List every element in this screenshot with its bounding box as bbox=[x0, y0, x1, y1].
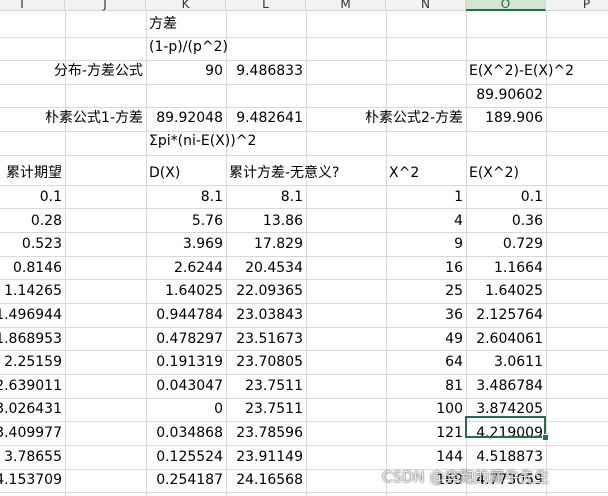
cell-o-ex2-value[interactable]: 89.90602 bbox=[466, 84, 546, 106]
cell-k-row[interactable]: 1.64025 bbox=[146, 280, 226, 302]
column-header-p[interactable]: P bbox=[546, 0, 608, 11]
cell-l-row[interactable]: 23.7511 bbox=[226, 398, 306, 420]
cell-o-ex2-formula[interactable]: E(X^2)-E(X)^2 bbox=[466, 60, 608, 82]
cell-m-naive2-label[interactable]: 朴素公式2-方差 bbox=[306, 107, 466, 129]
cell-k-row[interactable]: 0.191319 bbox=[146, 351, 226, 373]
cell-l-row[interactable]: 22.09365 bbox=[226, 280, 306, 302]
cell-o-row[interactable]: 0.1 bbox=[466, 186, 546, 208]
cell-n-row[interactable]: 144 bbox=[386, 446, 466, 468]
cell-k-row[interactable]: 0.034868 bbox=[146, 422, 226, 444]
spreadsheet-grid[interactable]: I J K L M N O P 方差 (1-p)/(p^2) 分布-方差公式 9… bbox=[0, 0, 608, 496]
cell-k-variance-formula[interactable]: (1-p)/(p^2) bbox=[146, 36, 266, 58]
cell-n-row[interactable]: 49 bbox=[386, 328, 466, 350]
cell-k-row[interactable]: 2.6244 bbox=[146, 257, 226, 279]
cell-i-row[interactable]: 1.868953 bbox=[0, 328, 65, 350]
cell-k-row[interactable]: 0.043047 bbox=[146, 375, 226, 397]
header-dx[interactable]: D(X) bbox=[146, 162, 226, 184]
cell-o-row[interactable]: 1.64025 bbox=[466, 280, 546, 302]
fill-handle[interactable] bbox=[542, 434, 549, 441]
cell-k-row[interactable]: 0.125524 bbox=[146, 446, 226, 468]
cell-k-variance-label[interactable]: 方差 bbox=[146, 13, 226, 35]
cell-k-row[interactable]: 8.1 bbox=[146, 186, 226, 208]
column-header-i[interactable]: I bbox=[0, 0, 65, 11]
cell-i-row[interactable]: 1.496944 bbox=[0, 304, 65, 326]
column-header-n[interactable]: N bbox=[386, 0, 466, 11]
cell-o-row[interactable]: 0.36 bbox=[466, 210, 546, 232]
cell-i-naive1-label[interactable]: 朴素公式1-方差 bbox=[0, 107, 146, 129]
active-cell-selection[interactable] bbox=[465, 416, 546, 438]
column-header-o[interactable]: O bbox=[466, 0, 546, 11]
cell-l-row[interactable]: 23.91149 bbox=[226, 446, 306, 468]
cell-i-row[interactable]: 2.25159 bbox=[0, 351, 65, 373]
cell-l-row[interactable]: 24.16568 bbox=[226, 469, 306, 491]
header-x-squared[interactable]: X^2 bbox=[386, 162, 466, 184]
gridline bbox=[0, 37, 608, 38]
column-header-l[interactable]: L bbox=[226, 0, 306, 11]
cell-i-row[interactable]: 4.153709 bbox=[0, 469, 65, 491]
header-ex2[interactable]: E(X^2) bbox=[466, 162, 546, 184]
watermark-text: CSDN @奔跑的犀牛先生 bbox=[382, 468, 550, 486]
cell-i-row[interactable]: 0.1 bbox=[0, 186, 65, 208]
cell-i-row[interactable]: 3.026431 bbox=[0, 398, 65, 420]
cell-n-row[interactable]: 16 bbox=[386, 257, 466, 279]
cell-n-row[interactable]: 64 bbox=[386, 351, 466, 373]
cell-o-row[interactable]: 3.0611 bbox=[466, 351, 546, 373]
cell-n-row[interactable]: 4 bbox=[386, 210, 466, 232]
cell-l-row[interactable]: 23.03843 bbox=[226, 304, 306, 326]
cell-o-row[interactable]: 3.486784 bbox=[466, 375, 546, 397]
cell-o-naive2-value[interactable]: 189.906 bbox=[466, 107, 546, 129]
cell-n-row[interactable]: 81 bbox=[386, 375, 466, 397]
cell-l-row[interactable]: 23.7511 bbox=[226, 375, 306, 397]
cell-i-row[interactable]: 0.8146 bbox=[0, 257, 65, 279]
cell-i-row[interactable]: 1.14265 bbox=[0, 280, 65, 302]
cell-k-row[interactable]: 3.969 bbox=[146, 233, 226, 255]
cell-k-row[interactable]: 0.478297 bbox=[146, 328, 226, 350]
cell-k-row[interactable]: 5.76 bbox=[146, 210, 226, 232]
cell-l-row[interactable]: 23.51673 bbox=[226, 328, 306, 350]
cell-l-row[interactable]: 17.829 bbox=[226, 233, 306, 255]
gridline bbox=[0, 208, 608, 209]
cell-n-row[interactable]: 36 bbox=[386, 304, 466, 326]
cell-o-row[interactable]: 0.729 bbox=[466, 233, 546, 255]
cell-l-row[interactable]: 8.1 bbox=[226, 186, 306, 208]
cell-i-row[interactable]: 0.523 bbox=[0, 233, 65, 255]
cell-o-row[interactable]: 2.125764 bbox=[466, 304, 546, 326]
cell-k-row[interactable]: 0.254187 bbox=[146, 469, 226, 491]
cell-k-row[interactable]: 0 bbox=[146, 398, 226, 420]
column-header-m[interactable]: M bbox=[306, 0, 386, 11]
cell-l-naive1-value[interactable]: 9.482641 bbox=[226, 107, 306, 129]
header-cumulative-variance[interactable]: 累计方差-无意义? bbox=[226, 162, 391, 184]
cell-l-row[interactable]: 20.4534 bbox=[226, 257, 306, 279]
cell-l-row[interactable]: 23.70805 bbox=[226, 351, 306, 373]
cell-n-row[interactable]: 100 bbox=[386, 398, 466, 420]
cell-l-row[interactable]: 23.78596 bbox=[226, 422, 306, 444]
cell-n-row[interactable]: 9 bbox=[386, 233, 466, 255]
cell-k-naive1-value[interactable]: 89.92048 bbox=[146, 107, 226, 129]
cell-k-sum-formula[interactable]: Σpi*(ni-E(X))^2 bbox=[146, 130, 306, 152]
cell-i-row[interactable]: 0.28 bbox=[0, 210, 65, 232]
cell-i-row[interactable]: 3.409977 bbox=[0, 422, 65, 444]
cell-o-row[interactable]: 2.604061 bbox=[466, 328, 546, 350]
cell-l-dist-value[interactable]: 9.486833 bbox=[226, 60, 306, 82]
cell-k-dist-value[interactable]: 90 bbox=[146, 60, 226, 82]
column-header-j[interactable]: J bbox=[65, 0, 146, 11]
cell-i-row[interactable]: 3.78655 bbox=[0, 446, 65, 468]
gridline bbox=[0, 155, 608, 156]
cell-k-row[interactable]: 0.944784 bbox=[146, 304, 226, 326]
cell-o-row[interactable]: 4.518873 bbox=[466, 446, 546, 468]
cell-o-row[interactable]: 1.1664 bbox=[466, 257, 546, 279]
cell-n-row[interactable]: 1 bbox=[386, 186, 466, 208]
header-cumulative-expectation[interactable]: 累计期望 bbox=[0, 162, 65, 184]
cell-n-row[interactable]: 25 bbox=[386, 280, 466, 302]
cell-i-row[interactable]: 2.639011 bbox=[0, 375, 65, 397]
column-header-k[interactable]: K bbox=[146, 0, 226, 11]
cell-i-distribution-label[interactable]: 分布-方差公式 bbox=[0, 60, 146, 82]
cell-n-row[interactable]: 121 bbox=[386, 422, 466, 444]
cell-l-row[interactable]: 13.86 bbox=[226, 210, 306, 232]
